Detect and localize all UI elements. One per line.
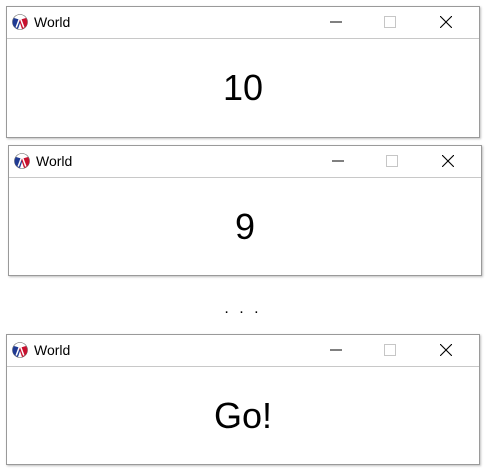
canvas-area: 9 [9, 178, 481, 275]
minimize-button[interactable] [313, 335, 359, 366]
close-icon [440, 16, 452, 28]
window-title: World [34, 342, 71, 358]
minimize-icon [330, 349, 342, 351]
close-button[interactable] [423, 7, 469, 38]
maximize-button[interactable] [367, 335, 413, 366]
maximize-icon [386, 155, 398, 167]
canvas-area: Go! [7, 367, 479, 464]
title-bar[interactable]: World [7, 335, 479, 367]
window-title: World [36, 153, 73, 169]
ellipsis-separator: . . . [224, 300, 262, 317]
maximize-icon [384, 344, 396, 356]
countdown-display: 10 [222, 67, 264, 108]
countdown-display: Go! [213, 394, 273, 436]
close-icon [442, 155, 454, 167]
maximize-button[interactable] [367, 7, 413, 38]
title-bar[interactable]: World [9, 146, 481, 178]
minimize-icon [332, 160, 344, 162]
close-icon [440, 344, 452, 356]
minimize-button[interactable] [313, 7, 359, 38]
title-bar[interactable]: World [7, 7, 479, 39]
close-button[interactable] [423, 335, 469, 366]
canvas-area: 10 [7, 39, 479, 137]
maximize-button[interactable] [369, 146, 415, 177]
countdown-display: 9 [234, 205, 256, 247]
minimize-button[interactable] [315, 146, 361, 177]
window-title: World [34, 14, 71, 30]
racket-logo-icon [14, 153, 30, 169]
world-window-1: World 10 [6, 6, 480, 138]
racket-logo-icon [12, 342, 28, 358]
close-button[interactable] [425, 146, 471, 177]
minimize-icon [330, 21, 342, 23]
world-window-3: World Go! [6, 334, 480, 465]
maximize-icon [384, 16, 396, 28]
racket-logo-icon [12, 14, 28, 30]
world-window-2: World 9 [8, 145, 482, 276]
